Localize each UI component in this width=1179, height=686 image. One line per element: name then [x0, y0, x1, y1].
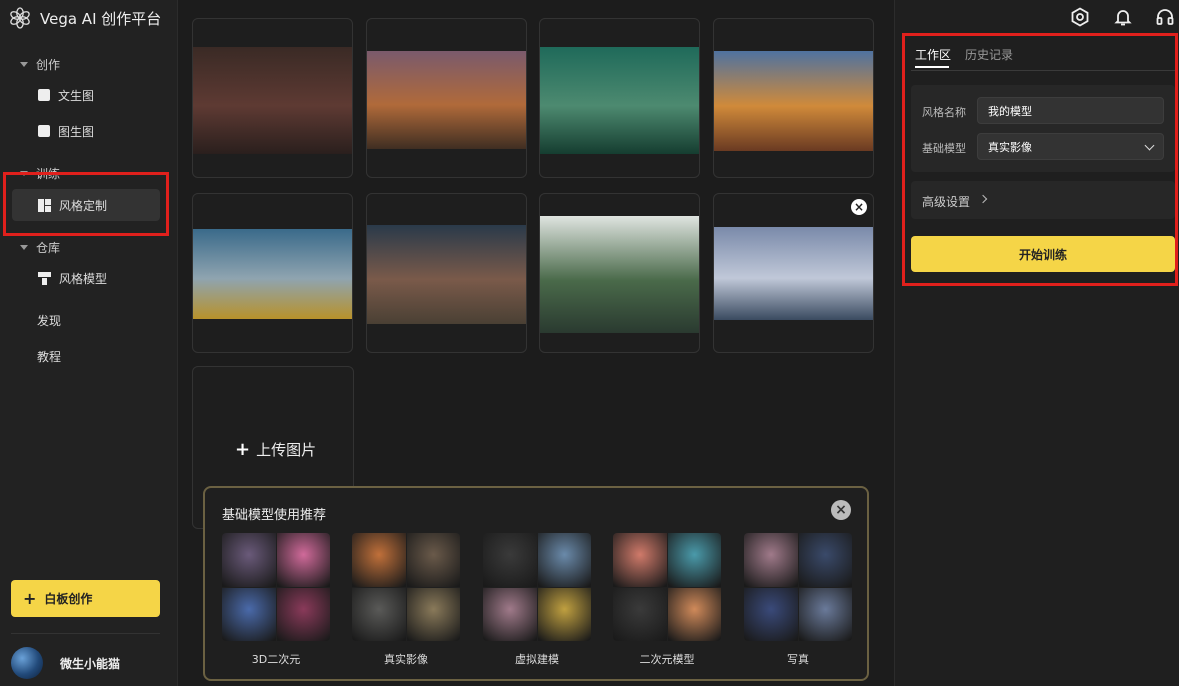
rec-label: 写真 [787, 653, 809, 666]
avatar [11, 647, 43, 679]
remove-image-button[interactable]: × [851, 199, 867, 215]
nav-group-repo[interactable]: 仓库 [20, 239, 60, 256]
plus-icon: + [23, 589, 37, 608]
nav-group-train[interactable]: 训练 [20, 165, 60, 182]
advanced-settings[interactable]: 高级设置 [911, 181, 1175, 219]
rec-preview [483, 533, 591, 641]
rec-item-realistic[interactable]: 真实影像 [352, 533, 460, 667]
divider [911, 70, 1175, 71]
user-name: 微生小能猫 [60, 656, 121, 671]
image-card[interactable]: × [713, 193, 874, 353]
rec-preview [744, 533, 852, 641]
plus-icon: + [235, 439, 251, 460]
chevron-right-icon [978, 194, 988, 204]
tab-underline [915, 66, 949, 68]
rec-item-anime[interactable]: 二次元模型 [613, 533, 721, 667]
image-card[interactable] [366, 18, 527, 178]
sidebar-item-tutorial[interactable]: 教程 [37, 348, 61, 365]
rec-item-virtual[interactable]: 虚拟建模 [483, 533, 591, 667]
image-text-icon [38, 89, 50, 101]
caret-down-icon [20, 245, 28, 250]
nav-group-create[interactable]: 创作 [20, 56, 60, 73]
sidebar-item-label: 图生图 [58, 124, 95, 139]
rec-item-3d-anime[interactable]: 3D二次元 [222, 533, 330, 667]
rec-preview [222, 533, 330, 641]
image-thumbnail [193, 47, 352, 154]
sidebar-item-discover[interactable]: 发现 [37, 312, 61, 329]
app-title: Vega AI 创作平台 [40, 9, 162, 28]
sidebar-item-style-model[interactable]: 风格模型 [12, 262, 160, 294]
sidebar-item-style-custom[interactable]: 风格定制 [12, 189, 160, 221]
rec-item-portrait[interactable]: 写真 [744, 533, 852, 667]
rec-label: 二次元模型 [639, 653, 695, 666]
image-thumbnail [714, 227, 873, 320]
rec-preview [352, 533, 460, 641]
image-thumbnail [540, 216, 699, 333]
upload-label: 上传图片 [256, 441, 317, 459]
image-card[interactable] [192, 193, 353, 353]
start-training-button[interactable]: 开始训练 [911, 236, 1175, 272]
nav-group-label: 仓库 [36, 241, 61, 255]
nav-group-label: 创作 [36, 58, 61, 72]
image-thumbnail [540, 47, 699, 154]
user-profile[interactable]: 微生小能猫 [11, 647, 120, 679]
base-model-label: 基础模型 [922, 142, 966, 155]
image-thumbnail [367, 51, 526, 149]
close-icon[interactable]: × [831, 500, 851, 520]
image-card[interactable] [713, 18, 874, 178]
settings-hex-icon[interactable] [1070, 7, 1090, 27]
sidebar-item-image-to-image[interactable]: 图生图 [12, 115, 160, 147]
sidebar: Vega AI 创作平台 创作 文生图 图生图 训练 风格定制 仓库 风格模型 … [0, 0, 178, 686]
style-model-icon [38, 271, 51, 285]
flower-logo-icon [10, 7, 30, 29]
sidebar-item-label: 风格模型 [59, 271, 108, 286]
image-card[interactable] [539, 18, 700, 178]
base-model-select[interactable]: 真实影像 [977, 133, 1164, 160]
image-thumbnail [714, 51, 873, 151]
nav-group-label: 训练 [36, 167, 61, 181]
divider [11, 633, 160, 634]
style-custom-icon [38, 198, 51, 212]
chevron-down-icon [1144, 140, 1155, 151]
caret-down-icon [20, 62, 28, 67]
popup-title: 基础模型使用推荐 [222, 508, 327, 523]
image-card[interactable] [539, 193, 700, 353]
headset-icon[interactable] [1155, 7, 1175, 27]
image-icon [38, 125, 50, 137]
sidebar-item-label: 文生图 [58, 88, 95, 103]
image-thumbnail [193, 229, 352, 319]
logo[interactable]: Vega AI 创作平台 [8, 6, 161, 30]
tab-workspace[interactable]: 工作区 [915, 46, 951, 63]
style-name-label: 风格名称 [922, 106, 966, 119]
rec-label: 虚拟建模 [515, 653, 559, 666]
base-model-value: 真实影像 [988, 140, 1032, 154]
rec-label: 真实影像 [384, 653, 428, 666]
image-card[interactable] [192, 18, 353, 178]
caret-down-icon [20, 171, 28, 176]
image-card[interactable] [366, 193, 527, 353]
whiteboard-button-label: 白板创作 [44, 592, 93, 606]
whiteboard-button[interactable]: + 白板创作 [11, 580, 160, 617]
model-recommend-popup: 基础模型使用推荐 × 3D二次元 真实影像 虚拟建模 二次元模型 写真 [203, 486, 869, 681]
rec-preview [613, 533, 721, 641]
sidebar-item-text-to-image[interactable]: 文生图 [12, 79, 160, 111]
rec-label: 3D二次元 [251, 653, 301, 666]
bell-icon[interactable] [1113, 7, 1133, 27]
advanced-settings-label: 高级设置 [922, 195, 971, 209]
tab-history[interactable]: 历史记录 [965, 46, 1013, 63]
image-thumbnail [367, 225, 526, 324]
sidebar-item-label: 风格定制 [59, 198, 108, 213]
style-name-input[interactable]: 我的模型 [977, 97, 1164, 124]
